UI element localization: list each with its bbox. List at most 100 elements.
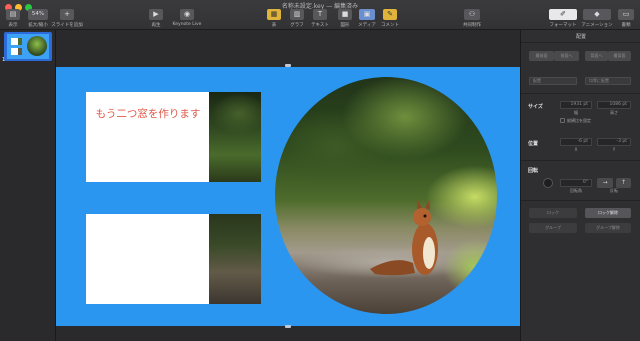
text-box-1[interactable]: もう二つ窓を作ります: [86, 92, 210, 182]
lock-label: ロック: [547, 210, 559, 215]
table-button[interactable]: ▦ 表: [264, 9, 284, 28]
slide-thumbnail[interactable]: [7, 34, 49, 59]
text-icon: T: [313, 9, 327, 20]
squirrel-ear-right: [425, 200, 430, 210]
canvas-area: もう二つ窓を作ります: [56, 30, 520, 341]
flip-label: 反転: [610, 188, 618, 193]
ungroup-button[interactable]: グループ解除: [585, 223, 631, 233]
keynote-live-label: Keynote Live: [172, 22, 202, 27]
lock-button[interactable]: ロック: [529, 208, 577, 218]
text-button[interactable]: T テキスト: [309, 9, 331, 28]
flip-horizontal-icon: →: [602, 179, 608, 186]
constrain-checkbox[interactable]: [560, 118, 565, 123]
group-button[interactable]: グループ: [529, 223, 577, 233]
photo-window-1[interactable]: [209, 92, 261, 182]
squirrel-tail: [370, 260, 415, 276]
divider: [521, 200, 640, 201]
text-box-2[interactable]: [86, 214, 210, 304]
zoom-button[interactable]: 54% 拡大/縮小: [26, 9, 50, 28]
format-label: フォーマット: [549, 23, 577, 28]
constrain-label: 縦横比を固定: [567, 118, 591, 123]
table-label: 表: [271, 23, 277, 28]
chart-icon: ▥: [290, 9, 304, 20]
play-button[interactable]: ▶ 再生: [146, 9, 166, 28]
position-heading: 位置: [528, 141, 539, 147]
width-field[interactable]: 1931 pt: [560, 101, 592, 109]
width-label: 幅: [574, 110, 578, 115]
slide-text[interactable]: もう二つ窓を作ります: [86, 106, 210, 121]
distribute-select[interactable]: 均等に配置: [585, 77, 631, 85]
squirrel-head: [413, 208, 431, 226]
squirrel-ear-left: [417, 200, 422, 209]
plus-icon: +: [60, 9, 74, 20]
unlock-label: ロック解除: [598, 210, 618, 215]
x-field[interactable]: -6 pt: [560, 138, 592, 146]
table-icon: ▦: [267, 9, 281, 20]
toolbar: 名称未設定.key — 編集済み ▤ 表示 54% 拡大/縮小 + スライドを追…: [0, 0, 640, 30]
ungroup-label: グループ解除: [596, 225, 620, 230]
media-button[interactable]: ▣ メディア: [356, 9, 378, 28]
thumb-photo-1: [18, 38, 22, 45]
media-icon: ▣: [359, 9, 375, 20]
squirrel-image: [370, 200, 438, 276]
format-tab[interactable]: ✐ フォーマット: [548, 9, 578, 28]
divider: [521, 93, 640, 94]
bottom-resize-handle[interactable]: [285, 325, 291, 328]
view-label: 表示: [8, 23, 18, 28]
send-to-back-label: 最背面: [613, 53, 626, 58]
y-label: Y: [612, 147, 616, 152]
chart-button[interactable]: ▥ グラフ: [287, 9, 307, 28]
photo-window-2[interactable]: [209, 214, 261, 304]
comment-button[interactable]: ✎ コメント: [379, 9, 401, 28]
squirrel-eye: [423, 214, 427, 218]
slide-navigator: 1: [0, 30, 56, 341]
thumb-photo-2: [18, 48, 22, 55]
flip-horizontal-button[interactable]: →: [597, 178, 613, 188]
zoom-label: 拡大/縮小: [28, 23, 48, 28]
view-button[interactable]: ▤ 表示: [5, 9, 21, 28]
unlock-button[interactable]: ロック解除: [585, 208, 631, 218]
zoom-value: 54%: [28, 9, 48, 20]
rotate-heading: 回転: [528, 168, 539, 174]
media-label: メディア: [358, 23, 376, 28]
rotation-knob[interactable]: [543, 178, 553, 188]
x-label: X: [574, 147, 578, 152]
format-inspector: 配置 最前面 前面へ 背面へ 最背面 配置 均等に配置 サイズ 1931 pt …: [520, 30, 640, 341]
align-select[interactable]: 配置: [529, 77, 577, 85]
divider: [521, 160, 640, 161]
shape-icon: ■: [338, 9, 352, 20]
text-label: テキスト: [311, 23, 329, 28]
group-label: グループ: [545, 225, 561, 230]
add-slide-button[interactable]: + スライドを追加: [50, 9, 84, 28]
thumb-circle: [27, 36, 47, 56]
animate-tab[interactable]: ◆ アニメーション: [580, 9, 614, 28]
height-field[interactable]: 1086 pt: [597, 101, 631, 109]
play-icon: ▶: [149, 9, 163, 20]
document-label: 書類: [621, 23, 631, 28]
bring-to-front-label: 最前面: [535, 53, 548, 58]
bring-to-front-button[interactable]: 最前面: [529, 51, 554, 61]
sidebar-icon: ▤: [6, 9, 20, 20]
send-to-back-button[interactable]: 最背面: [608, 51, 631, 61]
flip-vertical-icon: ↑: [620, 179, 627, 186]
circle-photo[interactable]: [275, 77, 497, 314]
play-label: 再生: [151, 23, 161, 28]
collaborate-button[interactable]: ⚇ 共同制作: [460, 9, 484, 28]
y-field[interactable]: -3 pt: [597, 138, 631, 146]
collaborate-icon: ⚇: [464, 9, 480, 20]
add-slide-label: スライドを追加: [51, 23, 83, 28]
bring-forward-button[interactable]: 前面へ: [554, 51, 579, 61]
angle-field[interactable]: 0°: [560, 179, 592, 187]
document-tab[interactable]: ▭ 書類: [616, 9, 636, 28]
send-backward-button[interactable]: 背面へ: [585, 51, 608, 61]
keynote-live-button[interactable]: ◉ Keynote Live: [170, 9, 204, 27]
send-backward-label: 背面へ: [590, 53, 603, 58]
flip-vertical-button[interactable]: ↑: [616, 178, 631, 188]
inspector-title: 配置: [575, 34, 586, 40]
shape-label: 図形: [340, 23, 350, 28]
animate-icon: ◆: [583, 9, 611, 20]
slide-canvas[interactable]: もう二つ窓を作ります: [56, 67, 520, 326]
document-icon: ▭: [618, 9, 634, 20]
shape-button[interactable]: ■ 図形: [335, 9, 355, 28]
divider: [521, 42, 640, 43]
